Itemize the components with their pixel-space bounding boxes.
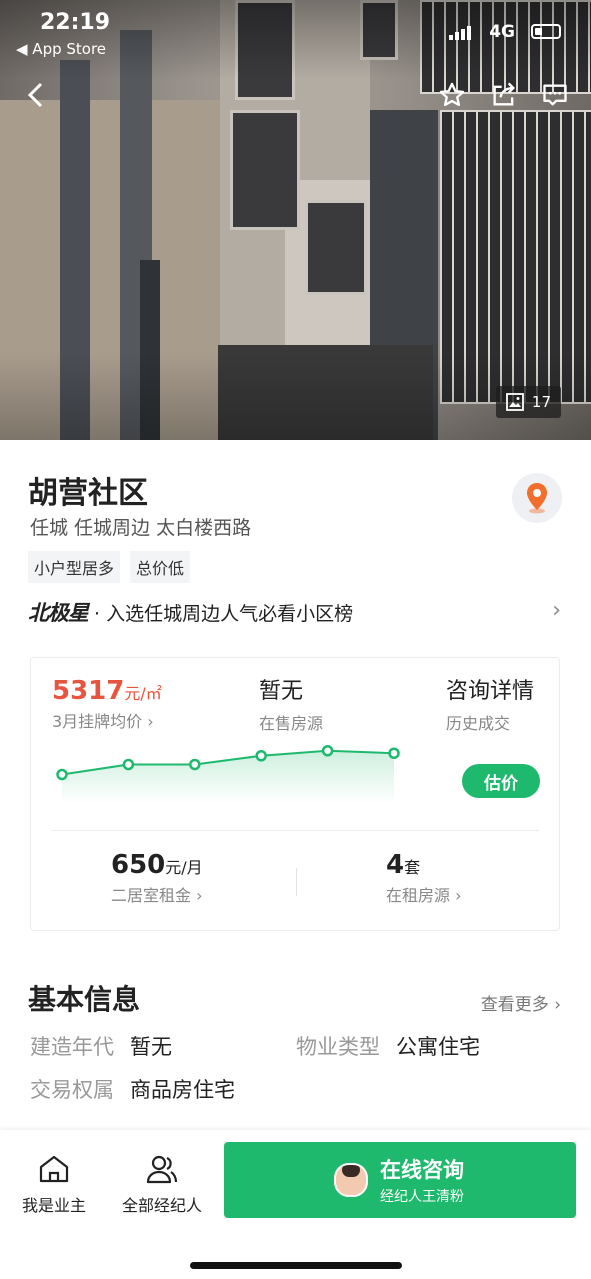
bottom-action-bar: 我是业主 全部经纪人 在线咨询 经纪人王清粉 — [0, 1130, 591, 1279]
status-bar: 22:19 ◀ App Store 4G — [0, 10, 591, 58]
location-pin-icon — [527, 483, 547, 514]
rent-value: 650 — [111, 850, 166, 880]
back-button[interactable] — [26, 82, 44, 113]
chevron-right-icon[interactable]: › — [552, 598, 561, 623]
price-trend-chart — [56, 745, 400, 804]
trend-point — [122, 758, 135, 771]
polaris-ranking-row[interactable]: 北极星 · 入选任城周边人气必看小区榜 — [28, 597, 353, 627]
info-key: 物业类型 — [296, 1035, 380, 1059]
info-key: 建造年代 — [30, 1035, 114, 1059]
chat-icon — [543, 84, 567, 106]
price-card: 5317元/㎡ 3月挂牌均价 › 暂无 在售房源 咨询详情 历史成交 估价 65… — [30, 657, 560, 931]
info-value: 公寓住宅 — [396, 1035, 480, 1059]
info-key: 交易权属 — [30, 1078, 114, 1102]
trend-point — [189, 758, 201, 771]
people-icon — [146, 1155, 178, 1184]
owner-tab-label: 我是业主 — [21, 1196, 86, 1215]
trend-area — [62, 750, 394, 804]
tag: 小户型居多 — [28, 551, 121, 583]
info-row-property-type: 物业类型 公寓住宅 — [296, 1031, 480, 1061]
map-button[interactable] — [512, 473, 562, 523]
photo-count-badge[interactable]: 17 — [495, 386, 561, 418]
info-row-ownership: 交易权属 商品房住宅 — [30, 1074, 235, 1104]
home-icon — [39, 1155, 69, 1183]
rent-count-stat[interactable]: 4套 在租房源 › — [386, 850, 462, 906]
trend-point — [56, 768, 68, 781]
battery-icon — [531, 24, 561, 39]
status-time: 22:19 — [40, 10, 111, 35]
view-more-link[interactable]: 查看更多 › — [481, 990, 561, 1015]
estimate-button[interactable]: 估价 — [462, 764, 540, 798]
share-icon — [493, 82, 515, 106]
community-name: 胡营社区 — [28, 476, 148, 511]
divider — [296, 868, 297, 896]
trend-point — [388, 747, 400, 759]
info-value: 商品房住宅 — [130, 1078, 235, 1102]
basic-info-title: 基本信息 — [28, 983, 141, 1016]
rent-unit: 元/月 — [165, 858, 203, 877]
info-value: 暂无 — [130, 1035, 172, 1059]
rent-label: 二居室租金 › — [111, 886, 203, 905]
rent-stat[interactable]: 650元/月 二居室租金 › — [111, 850, 203, 906]
trend-point — [321, 745, 334, 757]
message-button[interactable] — [541, 81, 569, 114]
back-to-app-store[interactable]: ◀ App Store — [16, 40, 106, 58]
home-indicator — [190, 1262, 402, 1269]
cta-agent-name: 经纪人王清粉 — [380, 1189, 464, 1205]
info-row-build-year: 建造年代 暂无 — [30, 1031, 172, 1061]
owner-tab[interactable]: 我是业主 — [4, 1154, 104, 1216]
rent-count-unit: 套 — [404, 858, 421, 877]
image-icon — [506, 393, 524, 411]
polaris-text: · 入选任城周边人气必看小区榜 — [94, 602, 354, 625]
divider — [51, 830, 539, 831]
online-consult-button[interactable]: 在线咨询 经纪人王清粉 — [224, 1142, 576, 1218]
agents-tab-label: 全部经纪人 — [121, 1196, 202, 1215]
star-icon — [439, 82, 465, 107]
tag: 总价低 — [130, 551, 191, 583]
rent-count-label: 在租房源 › — [386, 886, 462, 905]
signal-icon — [449, 26, 471, 40]
avatar — [334, 1163, 368, 1197]
network-label: 4G — [489, 22, 515, 42]
favorite-button[interactable] — [438, 81, 466, 114]
hero-photo[interactable] — [0, 0, 591, 440]
community-address: 任城 任城周边 太白楼西路 — [30, 517, 252, 539]
trend-point — [255, 750, 267, 762]
rent-count-value: 4 — [386, 850, 405, 880]
cta-main-label: 在线咨询 — [380, 1158, 464, 1182]
tag-list: 小户型居多 总价低 — [28, 551, 191, 583]
share-button[interactable] — [490, 81, 518, 114]
agents-tab[interactable]: 全部经纪人 — [112, 1154, 212, 1216]
chevron-left-icon — [27, 82, 43, 108]
polaris-brand: 北极星 — [28, 601, 89, 625]
photo-count: 17 — [531, 393, 551, 411]
